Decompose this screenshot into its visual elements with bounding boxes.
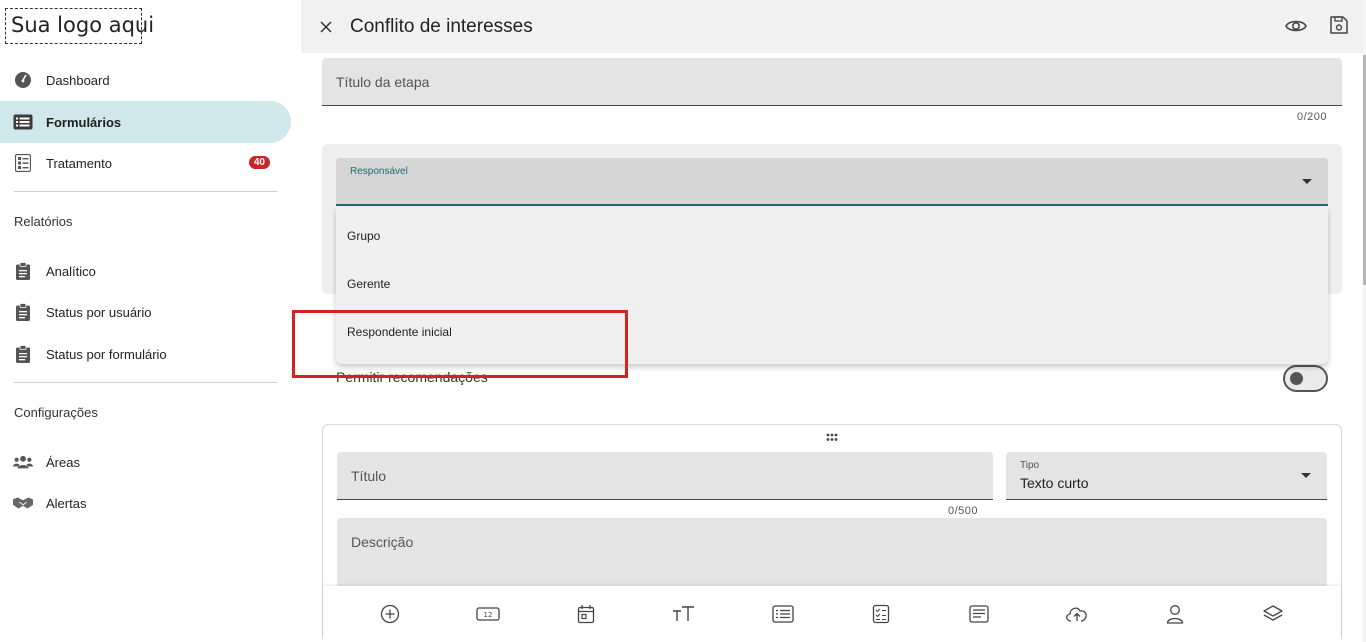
permit-recommendations-toggle[interactable] xyxy=(1283,365,1328,392)
toggle-knob xyxy=(1290,372,1303,385)
nav-item-tratamento[interactable]: Tratamento 40 xyxy=(0,142,291,184)
nav-label: Alertas xyxy=(46,495,87,511)
checklist-icon[interactable] xyxy=(869,602,893,626)
page-title: Conflito de interesses xyxy=(350,15,533,37)
sidebar: Sua logo aqui Dashboard Formulários Trat… xyxy=(0,0,300,642)
question-title-field[interactable]: Título xyxy=(337,452,993,500)
logo: Sua logo aqui xyxy=(5,8,154,44)
clipboard-icon xyxy=(13,261,33,281)
nav-label: Formulários xyxy=(46,114,122,130)
paragraph-icon[interactable] xyxy=(967,602,991,626)
close-icon[interactable] xyxy=(318,19,334,35)
eye-icon[interactable] xyxy=(1285,15,1307,42)
nav-item-alertas[interactable]: Alertas xyxy=(0,482,291,524)
nav-item-analitico[interactable]: Analítico xyxy=(0,250,291,292)
step-title-field[interactable]: Título da etapa xyxy=(322,58,1342,106)
question-title-counter: 0/500 xyxy=(948,505,979,517)
handshake-icon xyxy=(13,493,33,513)
clipboard-icon xyxy=(13,344,33,364)
sidebar-divider xyxy=(14,382,277,383)
nav-label: Tratamento xyxy=(46,155,112,171)
nav-item-areas[interactable]: Áreas xyxy=(0,441,291,483)
question-type-toolbar: 12 xyxy=(323,586,1341,642)
dropdown-caret-icon xyxy=(1302,179,1312,184)
nav-label: Status por usuário xyxy=(46,304,152,320)
question-description-field[interactable]: Descrição xyxy=(337,518,1327,588)
responsible-label: Responsável xyxy=(350,166,408,177)
user-icon[interactable] xyxy=(1163,602,1187,626)
responsible-select[interactable]: Responsável xyxy=(336,158,1328,206)
nav-item-formularios[interactable]: Formulários xyxy=(0,101,291,143)
layers-icon[interactable] xyxy=(1261,602,1285,626)
top-actions xyxy=(1285,15,1349,42)
sidebar-divider xyxy=(14,191,277,192)
calendar-icon[interactable] xyxy=(574,602,598,626)
question-type-select[interactable]: Tipo Texto curto xyxy=(1006,452,1327,500)
option-grupo[interactable]: Grupo xyxy=(336,212,1328,260)
upload-cloud-icon[interactable] xyxy=(1065,602,1089,626)
number-field-icon[interactable]: 12 xyxy=(476,602,500,626)
save-icon[interactable] xyxy=(1329,15,1349,42)
add-circle-icon[interactable] xyxy=(378,602,402,626)
list-icon[interactable] xyxy=(771,602,795,626)
highlight-box xyxy=(292,310,628,378)
question-title-placeholder: Título xyxy=(351,468,387,484)
nav-label: Status por formulário xyxy=(46,346,167,362)
nav-label: Dashboard xyxy=(46,72,110,88)
text-size-icon[interactable] xyxy=(672,602,696,626)
drag-handle-icon[interactable] xyxy=(826,429,838,447)
svg-text:12: 12 xyxy=(484,611,493,619)
config-section-title: Configurações xyxy=(14,405,98,420)
dashboard-icon xyxy=(13,70,33,90)
nav-label: Analítico xyxy=(46,263,96,279)
clipboard-icon xyxy=(13,302,33,322)
tratamento-badge: 40 xyxy=(248,156,270,169)
top-bar: Conflito de interesses xyxy=(301,0,1363,53)
app: Sua logo aqui Dashboard Formulários Trat… xyxy=(0,0,1366,642)
step-title-placeholder: Título da etapa xyxy=(336,74,430,90)
checklist-icon xyxy=(13,153,33,173)
step-title-counter: 0/200 xyxy=(1297,111,1328,123)
reports-section-title: Relatórios xyxy=(14,214,73,229)
option-gerente[interactable]: Gerente xyxy=(336,260,1328,308)
question-type-value: Texto curto xyxy=(1020,475,1089,491)
nav-item-status-usuario[interactable]: Status por usuário xyxy=(0,291,291,333)
nav-item-status-formulario[interactable]: Status por formulário xyxy=(0,333,291,375)
question-type-label: Tipo xyxy=(1020,460,1040,471)
form-list-icon xyxy=(13,112,33,132)
group-icon xyxy=(13,452,33,472)
nav-label: Áreas xyxy=(46,454,80,470)
dropdown-caret-icon xyxy=(1301,473,1311,478)
question-description-placeholder: Descrição xyxy=(351,534,414,550)
nav-item-dashboard[interactable]: Dashboard xyxy=(0,59,291,101)
